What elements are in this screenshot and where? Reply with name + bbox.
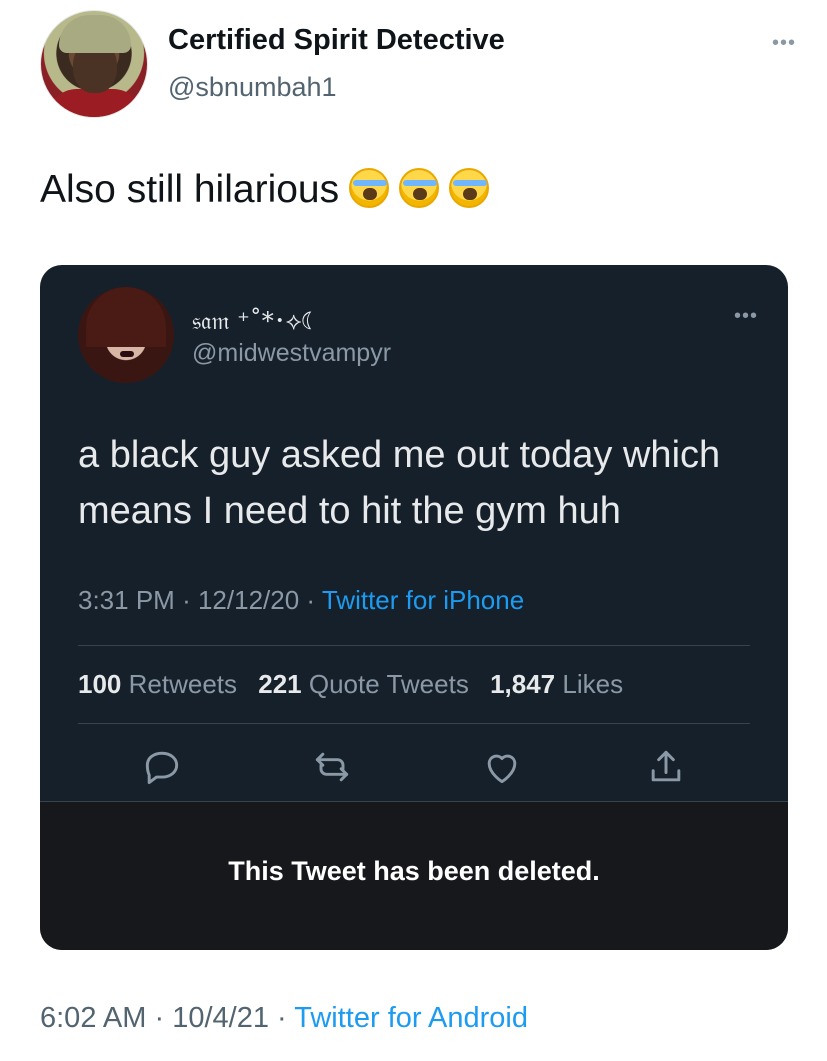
quoted-tweet-metadata: 3:31 PM · 12/12/20 · Twitter for iPhone xyxy=(78,585,524,616)
quoted-more-options-icon[interactable]: ••• xyxy=(734,305,758,328)
divider xyxy=(78,645,750,646)
separator: · xyxy=(154,1002,165,1034)
share-icon[interactable] xyxy=(644,745,688,789)
loudly-crying-face-icon xyxy=(449,167,490,208)
reply-icon[interactable] xyxy=(140,745,184,789)
more-options-icon[interactable]: ••• xyxy=(772,32,796,55)
tweet-time[interactable]: 6:02 AM xyxy=(40,1002,146,1034)
quote-tweets-stat[interactable]: 221 Quote Tweets xyxy=(258,669,469,699)
tweet-source[interactable]: Twitter for Android xyxy=(294,1002,528,1034)
quoted-tweet-source[interactable]: Twitter for iPhone xyxy=(322,585,524,615)
separator: · xyxy=(182,585,191,615)
avatar-lips xyxy=(120,351,134,357)
retweets-label: Retweets xyxy=(128,669,238,699)
retweets-stat[interactable]: 100 Retweets xyxy=(78,669,237,699)
separator: · xyxy=(306,585,316,615)
author-avatar[interactable] xyxy=(40,10,148,118)
avatar-hair xyxy=(86,287,166,347)
retweet-icon[interactable] xyxy=(310,745,354,789)
quoted-tweet-card[interactable]: 𝔰𝔞𝔪 ⁺˚*･⟡☾ @midwestvampyr ••• a black gu… xyxy=(40,265,788,950)
quoted-tweet-time[interactable]: 3:31 PM xyxy=(78,585,175,615)
author-handle[interactable]: @sbnumbah1 xyxy=(168,72,337,103)
quoted-author-avatar[interactable] xyxy=(78,287,174,383)
tweet-date[interactable]: 10/4/21 xyxy=(172,1002,269,1034)
tweet-text-content: Also still hilarious xyxy=(40,168,340,211)
quoted-tweet-stats: 100 Retweets 221 Quote Tweets 1,847 Like… xyxy=(78,669,623,700)
avatar-shirt xyxy=(47,89,143,117)
author-name[interactable]: Certified Spirit Detective xyxy=(168,24,505,57)
quoted-author-handle[interactable]: @midwestvampyr xyxy=(192,339,391,368)
tweet-text: Also still hilarious xyxy=(40,167,490,212)
tweet-header: Certified Spirit Detective @sbnumbah1 ••… xyxy=(40,10,800,120)
likes-stat[interactable]: 1,847 Likes xyxy=(490,669,623,699)
action-bar xyxy=(40,735,788,799)
quotes-label: Quote Tweets xyxy=(308,669,469,699)
separator: · xyxy=(277,1002,287,1034)
loudly-crying-face-icon xyxy=(349,167,390,208)
quotes-count: 221 xyxy=(258,669,302,699)
likes-count: 1,847 xyxy=(490,669,556,699)
quoted-author-name[interactable]: 𝔰𝔞𝔪 ⁺˚*･⟡☾ xyxy=(192,301,318,336)
deleted-notice-text: This Tweet has been deleted. xyxy=(228,856,600,886)
likes-label: Likes xyxy=(562,669,624,699)
retweets-count: 100 xyxy=(78,669,122,699)
loudly-crying-face-icon xyxy=(399,167,440,208)
quoted-tweet-text: a black guy asked me out today which mea… xyxy=(78,434,721,532)
divider xyxy=(78,723,750,724)
avatar-cap xyxy=(59,15,131,53)
like-icon[interactable] xyxy=(480,745,524,789)
quoted-tweet-date[interactable]: 12/12/20 xyxy=(198,585,299,615)
tweet-metadata: 6:02 AM · 10/4/21 · Twitter for Android xyxy=(40,1002,528,1035)
deleted-notice: This Tweet has been deleted. xyxy=(40,802,788,950)
